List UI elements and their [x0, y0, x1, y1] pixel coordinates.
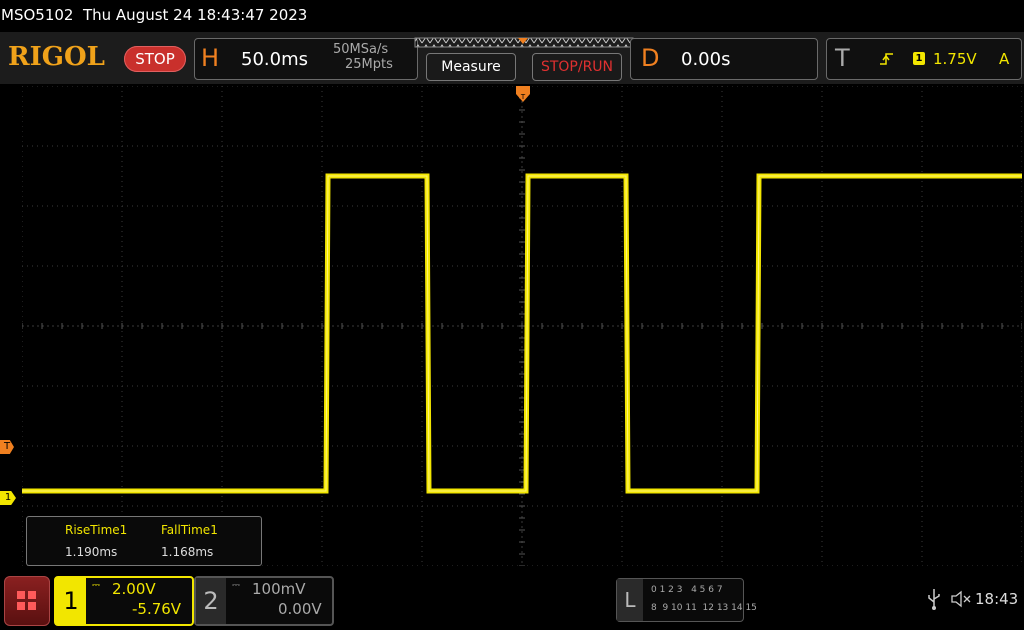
- dc-coupling-icon: ⎓: [92, 580, 100, 591]
- brand-logo: RIGOL: [8, 42, 105, 72]
- usb-icon: [928, 589, 940, 610]
- logic-channels-row1: 0 1 2 3 4 5 6 7: [651, 585, 723, 595]
- channel1-trace-core: [22, 175, 1022, 492]
- clock-time: 18:43: [975, 590, 1019, 608]
- graticule: [22, 86, 1022, 566]
- delay-letter: D: [641, 44, 660, 72]
- stop-run-button[interactable]: STOP/RUN: [532, 53, 622, 81]
- measurement-value-1: 1.190ms: [65, 545, 118, 559]
- measurement-name-2: FallTime1: [161, 523, 218, 537]
- trigger-level-marker[interactable]: T: [0, 440, 14, 454]
- mute-speaker-icon[interactable]: [950, 590, 972, 608]
- title-bar: MSO5102 Thu August 24 18:43:47 2023: [0, 0, 1024, 32]
- delay-value: 0.00s: [681, 49, 731, 70]
- memory-position-indicator: [414, 37, 634, 48]
- trigger-source-badge: 1: [913, 52, 925, 65]
- channel2-number: 2: [196, 578, 226, 624]
- trigger-level: 1.75V: [933, 50, 977, 68]
- measurement-value-2: 1.168ms: [161, 545, 214, 559]
- channel2-scale: 100mV: [252, 580, 306, 598]
- channel1-offset: -5.76V: [132, 600, 182, 618]
- measure-button[interactable]: Measure: [426, 53, 516, 81]
- channel1-ground-marker[interactable]: 1: [0, 491, 16, 505]
- device-title: MSO5102 Thu August 24 18:43:47 2023: [1, 6, 308, 24]
- horizontal-panel[interactable]: H 50.0ms 50MSa/s 25Mpts: [194, 38, 418, 80]
- channel1-panel[interactable]: 1 ⎓ 2.00V -5.76V: [54, 576, 194, 626]
- rising-edge-icon: [880, 53, 893, 65]
- horizontal-letter: H: [201, 44, 220, 72]
- channel1-trace: [22, 173, 1022, 494]
- channel1-scale: 2.00V: [112, 580, 156, 598]
- measurement-panel: RiseTime1 1.190ms FallTime1 1.168ms: [26, 516, 262, 566]
- trigger-mode: A: [999, 50, 1010, 68]
- trigger-letter: T: [835, 44, 850, 72]
- logic-channels-row2: 8 9 10 11 12 13 14 15: [651, 603, 757, 613]
- channel1-number: 1: [56, 578, 86, 624]
- grid-menu-icon: [17, 591, 36, 610]
- sample-rate: 50MSa/s: [333, 42, 389, 57]
- trigger-panel[interactable]: T 1 1.75V A: [826, 38, 1022, 80]
- svg-text:T: T: [520, 93, 526, 101]
- memory-depth: 25Mpts: [345, 57, 393, 72]
- timebase-value: 50.0ms: [241, 49, 308, 70]
- dc-coupling-icon: ⎓: [232, 580, 240, 591]
- run-state-badge[interactable]: STOP: [124, 46, 186, 72]
- channel2-offset: 0.00V: [278, 600, 322, 618]
- logic-panel[interactable]: L 0 1 2 3 4 5 6 7 8 9 10 11 12 13 14 15: [616, 578, 757, 622]
- channel2-panel[interactable]: 2 ⎓ 100mV 0.00V: [194, 576, 334, 626]
- measurement-name-1: RiseTime1: [65, 523, 128, 537]
- logic-letter: L: [617, 579, 643, 621]
- menu-button[interactable]: [4, 576, 50, 626]
- waveform-display[interactable]: [22, 86, 1022, 566]
- trigger-position-arrow: T: [516, 86, 530, 102]
- delay-panel[interactable]: D 0.00s: [630, 38, 818, 80]
